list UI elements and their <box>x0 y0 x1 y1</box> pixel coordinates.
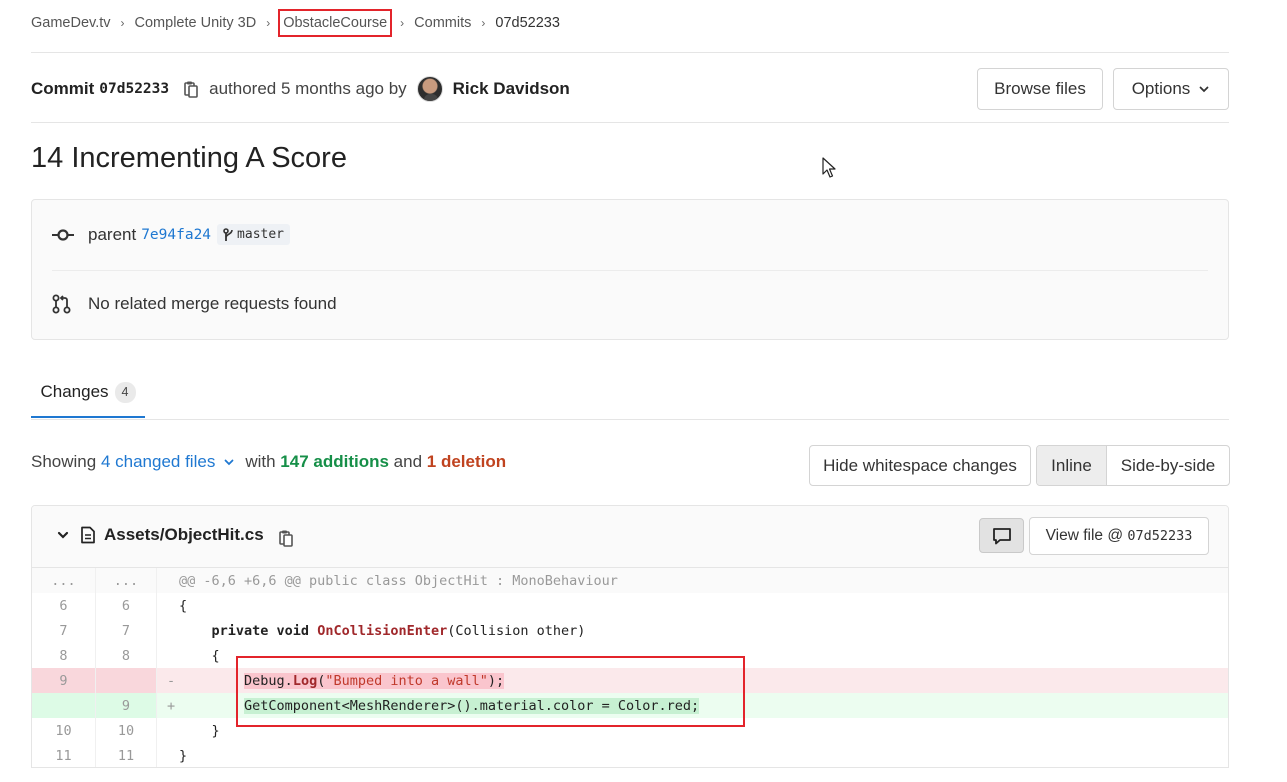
showing-label: Showing <box>31 452 97 471</box>
commit-header: Commit 07d52233 authored 5 months ago by… <box>31 68 570 110</box>
commit-info-box: parent 7e94fa24 master No related merge … <box>31 199 1229 340</box>
merge-request-icon <box>52 294 71 314</box>
diff-summary: Showing 4 changed files with 147 additio… <box>31 452 506 472</box>
old-line-number: ... <box>32 568 96 593</box>
chevron-down-icon[interactable] <box>56 528 70 542</box>
file-path[interactable]: Assets/ObjectHit.cs <box>104 525 264 545</box>
with-label: with <box>245 452 276 471</box>
new-line-number[interactable]: 11 <box>96 743 157 767</box>
authored-text: authored 5 months ago by <box>209 79 407 98</box>
breadcrumb-complete-unity[interactable]: Complete Unity 3D <box>135 15 257 31</box>
avatar[interactable] <box>416 76 443 102</box>
view-file-sha: 07d52233 <box>1127 528 1193 544</box>
old-line-number[interactable]: 11 <box>32 743 96 767</box>
breadcrumb-current-sha: 07d52233 <box>495 15 560 31</box>
new-line-number[interactable]: 6 <box>96 593 157 618</box>
divider <box>31 52 1229 53</box>
parent-label: parent <box>88 224 137 244</box>
view-file-button[interactable]: View file @ 07d52233 <box>1029 517 1209 555</box>
hunk-header-row: ... ... @@ -6,6 +6,6 @@ public class Obj… <box>32 568 1228 593</box>
merge-request-row: No related merge requests found <box>52 294 337 314</box>
side-by-side-button[interactable]: Side-by-side <box>1107 446 1229 485</box>
options-button[interactable]: Options <box>1113 68 1229 110</box>
chevron-down-icon[interactable] <box>223 456 235 468</box>
new-line-number[interactable]: 9 <box>96 693 157 718</box>
breadcrumb-commits[interactable]: Commits <box>414 15 471 31</box>
old-line-number[interactable]: 6 <box>32 593 96 618</box>
merge-request-text: No related merge requests found <box>88 294 337 313</box>
diff-view-toggle: Inline Side-by-side <box>1036 445 1230 486</box>
branch-icon <box>223 227 233 241</box>
file-icon <box>81 526 95 544</box>
copy-icon[interactable] <box>183 80 199 98</box>
deletions-count: 1 deletion <box>426 452 507 471</box>
comment-toggle-button[interactable] <box>979 518 1024 553</box>
additions-count: 147 additions <box>280 452 389 471</box>
new-line-number[interactable]: 10 <box>96 718 157 743</box>
commit-label: Commit <box>31 79 95 98</box>
tab-changes[interactable]: Changes 4 <box>31 368 145 418</box>
diff-sign: + <box>167 697 176 714</box>
info-divider <box>52 270 1208 271</box>
author-name[interactable]: Rick Davidson <box>453 79 570 99</box>
parent-sha-link[interactable]: 7e94fa24 <box>141 227 211 243</box>
code-text: { <box>179 647 220 664</box>
changed-files-dropdown[interactable]: 4 changed files <box>101 452 215 472</box>
diff-line: 6 6 { <box>32 593 1228 618</box>
divider <box>31 419 1229 420</box>
commit-title: 14 Incrementing A Score <box>31 142 347 174</box>
hunk-header: @@ -6,6 +6,6 @@ public class ObjectHit :… <box>157 568 1228 593</box>
code-text: { <box>179 597 188 614</box>
chevron-right-icon: › <box>481 16 486 30</box>
chevron-right-icon: › <box>266 16 271 30</box>
changes-count-badge: 4 <box>114 381 136 403</box>
branch-badge[interactable]: master <box>217 224 291 245</box>
old-line-number[interactable]: 7 <box>32 618 96 643</box>
code-function: OnCollisionEnter <box>317 622 448 639</box>
breadcrumb: GameDev.tv › Complete Unity 3D › Obstacl… <box>31 0 560 46</box>
new-line-number: ... <box>96 568 157 593</box>
browse-files-button[interactable]: Browse files <box>977 68 1103 110</box>
old-line-number[interactable]: 9 <box>32 668 96 693</box>
commit-sha: 07d52233 <box>99 81 170 97</box>
view-file-label: View file @ <box>1045 527 1128 544</box>
chevron-right-icon: › <box>120 16 125 30</box>
cursor-icon <box>822 157 836 178</box>
inline-view-button[interactable]: Inline <box>1037 446 1107 485</box>
divider <box>31 122 1229 123</box>
file-header: Assets/ObjectHit.cs View file @ 07d52233 <box>32 506 1228 568</box>
code-keyword: private void <box>211 622 318 639</box>
chevron-down-icon <box>1199 86 1209 93</box>
diff-line: 11 11 } <box>32 743 1228 767</box>
new-line-number[interactable]: 7 <box>96 618 157 643</box>
branch-name: master <box>237 227 285 242</box>
old-line-number[interactable]: 10 <box>32 718 96 743</box>
options-label: Options <box>1131 79 1191 98</box>
file-diff: Assets/ObjectHit.cs View file @ 07d52233… <box>31 505 1229 768</box>
code-text: } <box>179 722 220 739</box>
new-line-number[interactable] <box>96 668 157 693</box>
new-line-number[interactable]: 8 <box>96 643 157 668</box>
old-line-number[interactable] <box>32 693 96 718</box>
hide-whitespace-button[interactable]: Hide whitespace changes <box>809 445 1031 486</box>
and-label: and <box>393 452 423 471</box>
chevron-right-icon: › <box>400 16 405 30</box>
commit-icon <box>52 228 74 241</box>
tab-changes-label: Changes <box>40 382 109 401</box>
old-line-number[interactable]: 8 <box>32 643 96 668</box>
copy-icon[interactable] <box>278 529 294 547</box>
diff-sign: - <box>167 672 176 689</box>
breadcrumb-gamedev[interactable]: GameDev.tv <box>31 15 111 31</box>
file-title: Assets/ObjectHit.cs <box>56 523 294 547</box>
parent-row: parent 7e94fa24 master <box>52 224 291 245</box>
code-text: (Collision other) <box>447 622 586 639</box>
annotation-highlight-box <box>236 656 745 727</box>
code-text: } <box>179 747 188 764</box>
breadcrumb-obstacle-course[interactable]: ObstacleCourse <box>278 9 393 37</box>
comment-icon <box>992 527 1011 544</box>
diff-line: 7 7 private void OnCollisionEnter (Collis… <box>32 618 1228 643</box>
